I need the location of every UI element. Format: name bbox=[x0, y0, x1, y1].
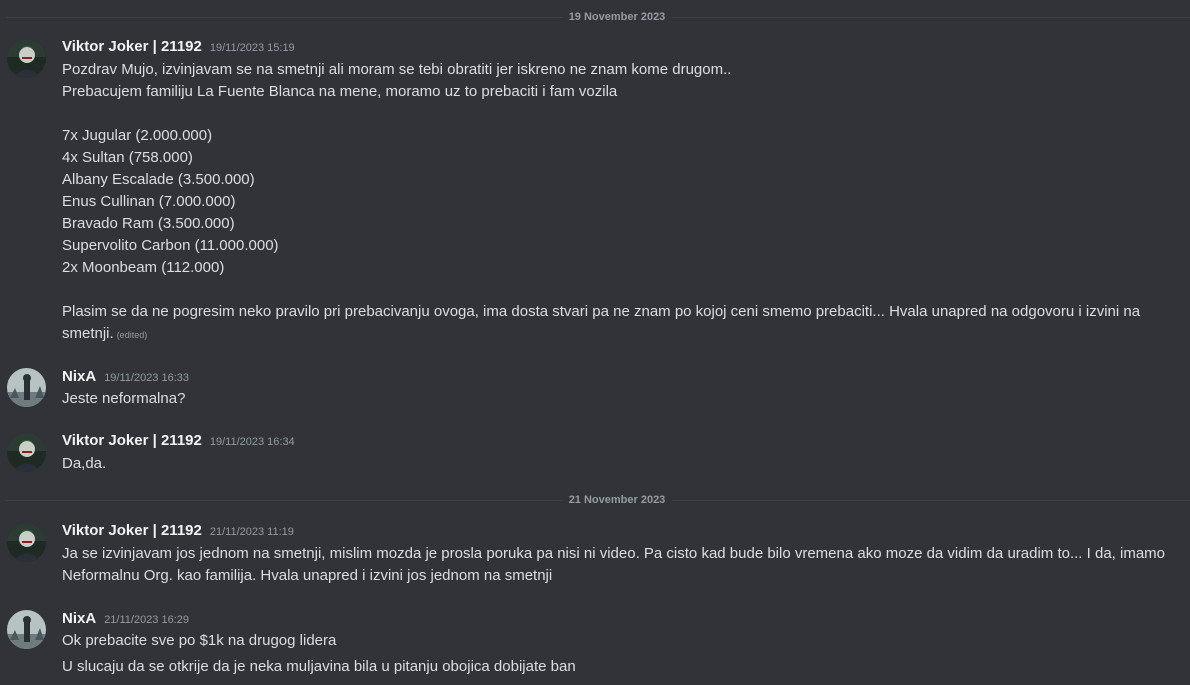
message-text-line: smetnji. (edited) bbox=[62, 323, 1168, 346]
message-text-line: 2x Moonbeam (112.000) bbox=[62, 259, 225, 276]
message-text-line: Albany Escalade (3.500.000) bbox=[62, 171, 255, 188]
date-divider: 21 November 2023 bbox=[6, 494, 1190, 506]
message-text-line: Ja se izvinjavam jos jednom na smetnji, … bbox=[62, 545, 1166, 562]
message-timestamp: 19/11/2023 15:19 bbox=[209, 42, 295, 54]
date-divider-label: 19 November 2023 bbox=[562, 11, 672, 23]
message-text-line: Da,da. bbox=[62, 455, 107, 472]
message-text-line: Ok prebacite sve po $1k na drugog lidera bbox=[62, 632, 337, 649]
username[interactable]: NixA bbox=[62, 368, 96, 385]
message-timestamp: 21/11/2023 16:29 bbox=[104, 614, 190, 626]
username[interactable]: Viktor Joker | 21192 bbox=[62, 432, 202, 449]
message-text-line: 7x Jugular (2.000.000) bbox=[62, 127, 213, 144]
message-text-line: Plasim se da ne pogresim neko pravilo pr… bbox=[62, 303, 1141, 320]
avatar[interactable] bbox=[7, 610, 46, 649]
avatar[interactable] bbox=[7, 433, 46, 472]
avatar[interactable] bbox=[7, 368, 46, 407]
message-text-line: Bravado Ram (3.500.000) bbox=[62, 215, 235, 232]
message-text: smetnji. bbox=[62, 325, 114, 342]
username[interactable]: Viktor Joker | 21192 bbox=[62, 522, 202, 539]
username[interactable]: Viktor Joker | 21192 bbox=[62, 38, 202, 55]
message-timestamp: 19/11/2023 16:33 bbox=[104, 372, 190, 384]
message-text-line: Neformalnu Org. kao familija. Hvala unap… bbox=[62, 567, 553, 584]
message-text-line: Enus Cullinan (7.000.000) bbox=[62, 193, 236, 210]
message-timestamp: 19/11/2023 16:34 bbox=[209, 436, 295, 448]
message-text-line: Prebacujem familiju La Fuente Blanca na … bbox=[62, 83, 618, 100]
edited-label: (edited) bbox=[116, 330, 148, 340]
date-divider: 19 November 2023 bbox=[6, 11, 1190, 23]
message-text-line: Pozdrav Mujo, izvinjavam se na smetnji a… bbox=[62, 61, 732, 78]
message-text-line: 4x Sultan (758.000) bbox=[62, 149, 193, 166]
message-text-line: U slucaju da se otkrije da je neka mulja… bbox=[62, 658, 576, 675]
message-text-line: Supervolito Carbon (11.000.000) bbox=[62, 237, 279, 254]
date-divider-label: 21 November 2023 bbox=[562, 494, 672, 506]
username[interactable]: NixA bbox=[62, 610, 96, 627]
avatar[interactable] bbox=[7, 39, 46, 78]
avatar[interactable] bbox=[7, 523, 46, 562]
message-timestamp: 21/11/2023 11:19 bbox=[209, 526, 294, 538]
message-text-line: Jeste neformalna? bbox=[62, 390, 186, 407]
